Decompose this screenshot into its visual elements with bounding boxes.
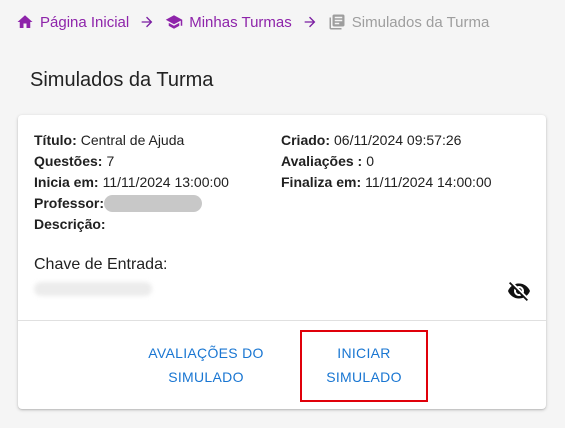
teacher-label: Professor: bbox=[34, 195, 105, 211]
teacher-redacted bbox=[104, 195, 203, 212]
description-row: Descrição: bbox=[34, 214, 229, 235]
start-date-row: Inicia em: 11/11/2024 13:00:00 bbox=[34, 172, 229, 193]
title-row: Título: Central de Ajuda bbox=[34, 130, 229, 151]
questions-row: Questões: 7 bbox=[34, 151, 229, 172]
view-evaluations-label-line1: AVALIAÇÕES DO bbox=[148, 345, 264, 361]
breadcrumb-current: Simulados da Turma bbox=[328, 13, 490, 31]
start-exam-button[interactable]: INICIAR SIMULADO bbox=[314, 341, 414, 389]
start-exam-label-line2: SIMULADO bbox=[326, 369, 402, 385]
arrow-right-icon bbox=[139, 14, 155, 30]
newspaper-icon bbox=[328, 13, 346, 31]
exam-info-left: Título: Central de Ajuda Questões: 7 Ini… bbox=[34, 130, 229, 235]
created-value: 06/11/2024 09:57:26 bbox=[334, 132, 462, 148]
teacher-row: Professor: bbox=[34, 193, 229, 214]
start-date-value: 11/11/2024 13:00:00 bbox=[102, 174, 229, 190]
breadcrumb-home-label: Página Inicial bbox=[40, 13, 130, 31]
view-evaluations-button[interactable]: AVALIAÇÕES DO SIMULADO bbox=[136, 341, 276, 389]
evaluations-label: Avaliações : bbox=[281, 153, 363, 169]
description-label: Descrição: bbox=[34, 216, 106, 232]
view-evaluations-label-line2: SIMULADO bbox=[168, 369, 244, 385]
start-date-label: Inicia em: bbox=[34, 174, 99, 190]
title-value: Central de Ajuda bbox=[80, 132, 185, 148]
toggle-key-visibility-button[interactable] bbox=[506, 281, 532, 305]
page-title: Simulados da Turma bbox=[30, 69, 214, 91]
end-date-row: Finaliza em: 11/11/2024 14:00:00 bbox=[281, 172, 492, 193]
end-date-value: 11/11/2024 14:00:00 bbox=[365, 174, 492, 190]
breadcrumb-current-label: Simulados da Turma bbox=[351, 13, 490, 31]
created-row: Criado: 06/11/2024 09:57:26 bbox=[281, 130, 492, 151]
breadcrumb-home[interactable]: Página Inicial bbox=[16, 13, 129, 31]
questions-value: 7 bbox=[106, 153, 115, 169]
access-key-redacted bbox=[34, 282, 152, 296]
start-exam-label-line1: INICIAR bbox=[337, 345, 391, 361]
evaluations-row: Avaliações : 0 bbox=[281, 151, 492, 172]
breadcrumb: Página Inicial Minhas Turmas Simulados d… bbox=[16, 12, 489, 32]
access-key-label: Chave de Entrada: bbox=[34, 256, 168, 273]
end-date-label: Finaliza em: bbox=[281, 174, 362, 190]
arrow-right-icon bbox=[302, 14, 318, 30]
breadcrumb-classes-label: Minhas Turmas bbox=[189, 13, 292, 31]
breadcrumb-classes[interactable]: Minhas Turmas bbox=[165, 13, 292, 31]
title-label: Título: bbox=[34, 132, 77, 148]
exam-card: Título: Central de Ajuda Questões: 7 Ini… bbox=[18, 115, 546, 409]
created-label: Criado: bbox=[281, 132, 330, 148]
questions-label: Questões: bbox=[34, 153, 103, 169]
exam-info-right: Criado: 06/11/2024 09:57:26 Avaliações :… bbox=[281, 130, 492, 193]
evaluations-value: 0 bbox=[366, 153, 374, 169]
school-icon bbox=[165, 13, 183, 31]
card-divider bbox=[18, 320, 546, 321]
eye-off-icon bbox=[507, 279, 531, 308]
home-icon bbox=[16, 13, 34, 31]
